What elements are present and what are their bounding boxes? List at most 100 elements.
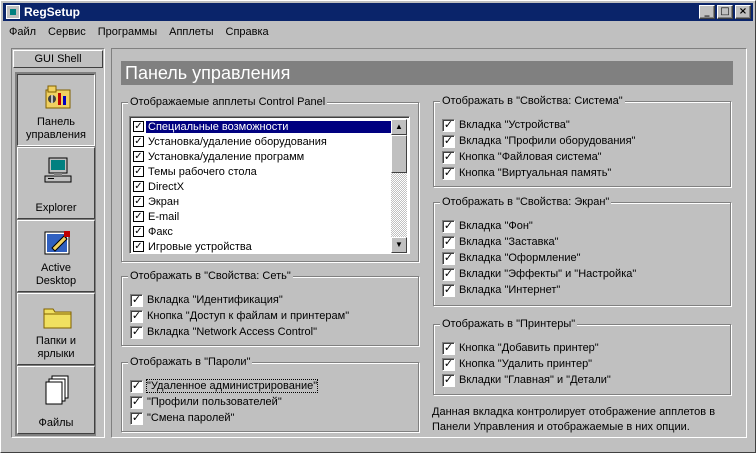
menu-applets[interactable]: Апплеты bbox=[163, 26, 219, 38]
checkbox[interactable]: ✓ bbox=[133, 196, 144, 207]
list-item[interactable]: ✓ Игровые устройства bbox=[133, 239, 392, 253]
passwords-group-legend: Отображать в "Пароли" bbox=[128, 356, 253, 369]
checkbox-label: "Профили пользователей" bbox=[147, 396, 282, 408]
checkbox[interactable]: ✓ bbox=[133, 211, 144, 222]
network-access-control-checkbox[interactable]: ✓ Вкладка "Network Access Control" bbox=[130, 324, 317, 340]
title-bar[interactable]: RegSetup _ □ × bbox=[3, 3, 753, 21]
computer-icon bbox=[44, 157, 72, 183]
sidebar-item-active-desktop[interactable]: Active Desktop bbox=[17, 220, 95, 292]
checkbox-label: Вкладка "Профили оборудования" bbox=[459, 135, 636, 147]
passwords-group: Отображать в "Пароли" ✓ "Удаленное админ… bbox=[121, 356, 419, 432]
checkbox[interactable]: ✓ bbox=[133, 226, 144, 237]
main-details-tabs-checkbox[interactable]: ✓ Вкладки "Главная" и "Детали" bbox=[442, 372, 611, 388]
app-icon[interactable] bbox=[6, 5, 20, 19]
hardware-profiles-checkbox[interactable]: ✓ Вкладка "Профили оборудования" bbox=[442, 133, 635, 149]
sidebar-item-files[interactable]: Файлы bbox=[17, 366, 95, 434]
checkbox[interactable]: ✓ bbox=[442, 134, 455, 148]
checkbox[interactable]: ✓ bbox=[442, 150, 455, 164]
virtual-memory-checkbox[interactable]: ✓ Кнопка "Виртуальная память" bbox=[442, 165, 611, 181]
checkbox[interactable]: ✓ bbox=[442, 118, 455, 132]
checkbox[interactable]: ✓ bbox=[133, 166, 144, 177]
checkbox[interactable]: ✓ bbox=[442, 373, 455, 387]
network-group-legend: Отображать в "Свойства: Сеть" bbox=[128, 270, 293, 283]
menu-file[interactable]: Файл bbox=[3, 26, 42, 38]
screen-group: Отображать в "Свойства: Экран" ✓ Вкладка… bbox=[433, 196, 731, 306]
active-desktop-icon bbox=[44, 231, 70, 255]
delete-printer-checkbox[interactable]: ✓ Кнопка "Удалить принтер" bbox=[442, 356, 592, 372]
checkbox[interactable]: ✓ bbox=[133, 121, 144, 132]
list-item[interactable]: ✓ Экран bbox=[133, 194, 392, 209]
checkbox[interactable]: ✓ bbox=[442, 251, 455, 265]
change-passwords-checkbox[interactable]: ✓ "Смена паролей" bbox=[130, 410, 234, 426]
applets-listbox[interactable]: ✓ Специальные возможности ✓ Установка/уд… bbox=[129, 116, 410, 254]
list-item[interactable]: ✓ DirectX bbox=[133, 179, 392, 194]
sidebar-header[interactable]: GUI Shell bbox=[13, 50, 103, 68]
screensaver-tab-checkbox[interactable]: ✓ Вкладка "Заставка" bbox=[442, 234, 559, 250]
maximize-button[interactable]: □ bbox=[717, 5, 733, 19]
checkbox[interactable]: ✓ bbox=[130, 325, 143, 339]
checkbox[interactable]: ✓ bbox=[442, 235, 455, 249]
checkbox[interactable]: ✓ bbox=[130, 293, 143, 307]
checkbox-label: Вкладки "Главная" и "Детали" bbox=[459, 374, 611, 386]
app-window: RegSetup _ □ × Файл Сервис Программы Апп… bbox=[0, 0, 756, 453]
minimize-button[interactable]: _ bbox=[699, 5, 715, 19]
close-button[interactable]: × bbox=[735, 5, 751, 19]
checkbox[interactable]: ✓ bbox=[442, 357, 455, 371]
checkbox[interactable]: ✓ bbox=[130, 379, 143, 393]
checkbox[interactable]: ✓ bbox=[130, 411, 143, 425]
add-printer-checkbox[interactable]: ✓ Кнопка "Добавить принтер" bbox=[442, 340, 599, 356]
file-system-button-checkbox[interactable]: ✓ Кнопка "Файловая система" bbox=[442, 149, 602, 165]
sidebar-item-control-panel[interactable]: Панель управления bbox=[17, 74, 95, 146]
user-profiles-checkbox[interactable]: ✓ "Профили пользователей" bbox=[130, 394, 282, 410]
list-item-label: Темы рабочего стола bbox=[148, 165, 257, 178]
description-line: Данная вкладка контролирует отображение … bbox=[432, 406, 716, 418]
checkbox-label: Вкладка "Заставка" bbox=[459, 236, 559, 248]
list-item[interactable]: ✓ Установка/удаление оборудования bbox=[133, 134, 392, 149]
folder-icon bbox=[43, 308, 72, 329]
sidebar-item-label: управления bbox=[26, 129, 86, 141]
checkbox-label: Вкладка "Network Access Control" bbox=[147, 326, 318, 338]
background-tab-checkbox[interactable]: ✓ Вкладка "Фон" bbox=[442, 218, 533, 234]
scroll-thumb[interactable] bbox=[391, 135, 407, 173]
list-item-label: E-mail bbox=[148, 210, 180, 223]
remote-admin-checkbox[interactable]: ✓ "Удаленное администрирование" bbox=[130, 378, 319, 394]
appearance-tab-checkbox[interactable]: ✓ Вкладка "Оформление" bbox=[442, 250, 581, 266]
applets-group-legend: Отображаемые апплеты Control Panel bbox=[128, 96, 328, 109]
checkbox[interactable]: ✓ bbox=[133, 151, 144, 162]
network-identification-checkbox[interactable]: ✓ Вкладка "Идентификация" bbox=[130, 292, 283, 308]
sidebar-item-folders-shortcuts[interactable]: Папки и ярлыки bbox=[17, 293, 95, 365]
checkbox[interactable]: ✓ bbox=[442, 267, 455, 281]
internet-tab-checkbox[interactable]: ✓ Вкладка "Интернет" bbox=[442, 282, 560, 298]
list-item-label: Установка/удаление оборудования bbox=[148, 135, 327, 148]
sidebar-item-explorer[interactable]: Explorer bbox=[17, 147, 95, 219]
checkbox[interactable]: ✓ bbox=[133, 136, 144, 147]
checkbox[interactable]: ✓ bbox=[130, 395, 143, 409]
effects-settings-tabs-checkbox[interactable]: ✓ Вкладки "Эффекты" и "Настройка" bbox=[442, 266, 636, 282]
list-item[interactable]: ✓ Установка/удаление программ bbox=[133, 149, 392, 164]
sidebar-item-label: Active bbox=[41, 262, 71, 274]
page-title: Панель управления bbox=[121, 61, 733, 85]
network-file-printer-sharing-checkbox[interactable]: ✓ Кнопка "Доступ к файлам и принтерам" bbox=[130, 308, 349, 324]
vertical-scrollbar[interactable]: ▲ ▼ bbox=[391, 119, 407, 253]
scroll-up-icon[interactable]: ▲ bbox=[391, 119, 407, 135]
menu-help[interactable]: Справка bbox=[220, 26, 275, 38]
devices-tab-checkbox[interactable]: ✓ Вкладка "Устройства" bbox=[442, 117, 570, 133]
menu-service[interactable]: Сервис bbox=[42, 26, 92, 38]
menu-bar: Файл Сервис Программы Апплеты Справка bbox=[3, 22, 753, 41]
checkbox[interactable]: ✓ bbox=[442, 219, 455, 233]
checkbox[interactable]: ✓ bbox=[133, 241, 144, 252]
checkbox-label: Вкладка "Интернет" bbox=[459, 284, 561, 296]
checkbox-label: "Удаленное администрирование" bbox=[145, 379, 319, 393]
checkbox[interactable]: ✓ bbox=[442, 166, 455, 180]
list-item[interactable]: ✓ Факс bbox=[133, 224, 392, 239]
checkbox[interactable]: ✓ bbox=[442, 283, 455, 297]
checkbox[interactable]: ✓ bbox=[442, 341, 455, 355]
menu-programs[interactable]: Программы bbox=[92, 26, 163, 38]
screen-group-legend: Отображать в "Свойства: Экран" bbox=[440, 196, 612, 209]
scroll-down-icon[interactable]: ▼ bbox=[391, 237, 407, 253]
checkbox[interactable]: ✓ bbox=[130, 309, 143, 323]
list-item[interactable]: ✓ E-mail bbox=[133, 209, 392, 224]
list-item[interactable]: ✓ Темы рабочего стола bbox=[133, 164, 392, 179]
checkbox[interactable]: ✓ bbox=[133, 181, 144, 192]
list-item[interactable]: ✓ Специальные возможности bbox=[133, 119, 392, 134]
